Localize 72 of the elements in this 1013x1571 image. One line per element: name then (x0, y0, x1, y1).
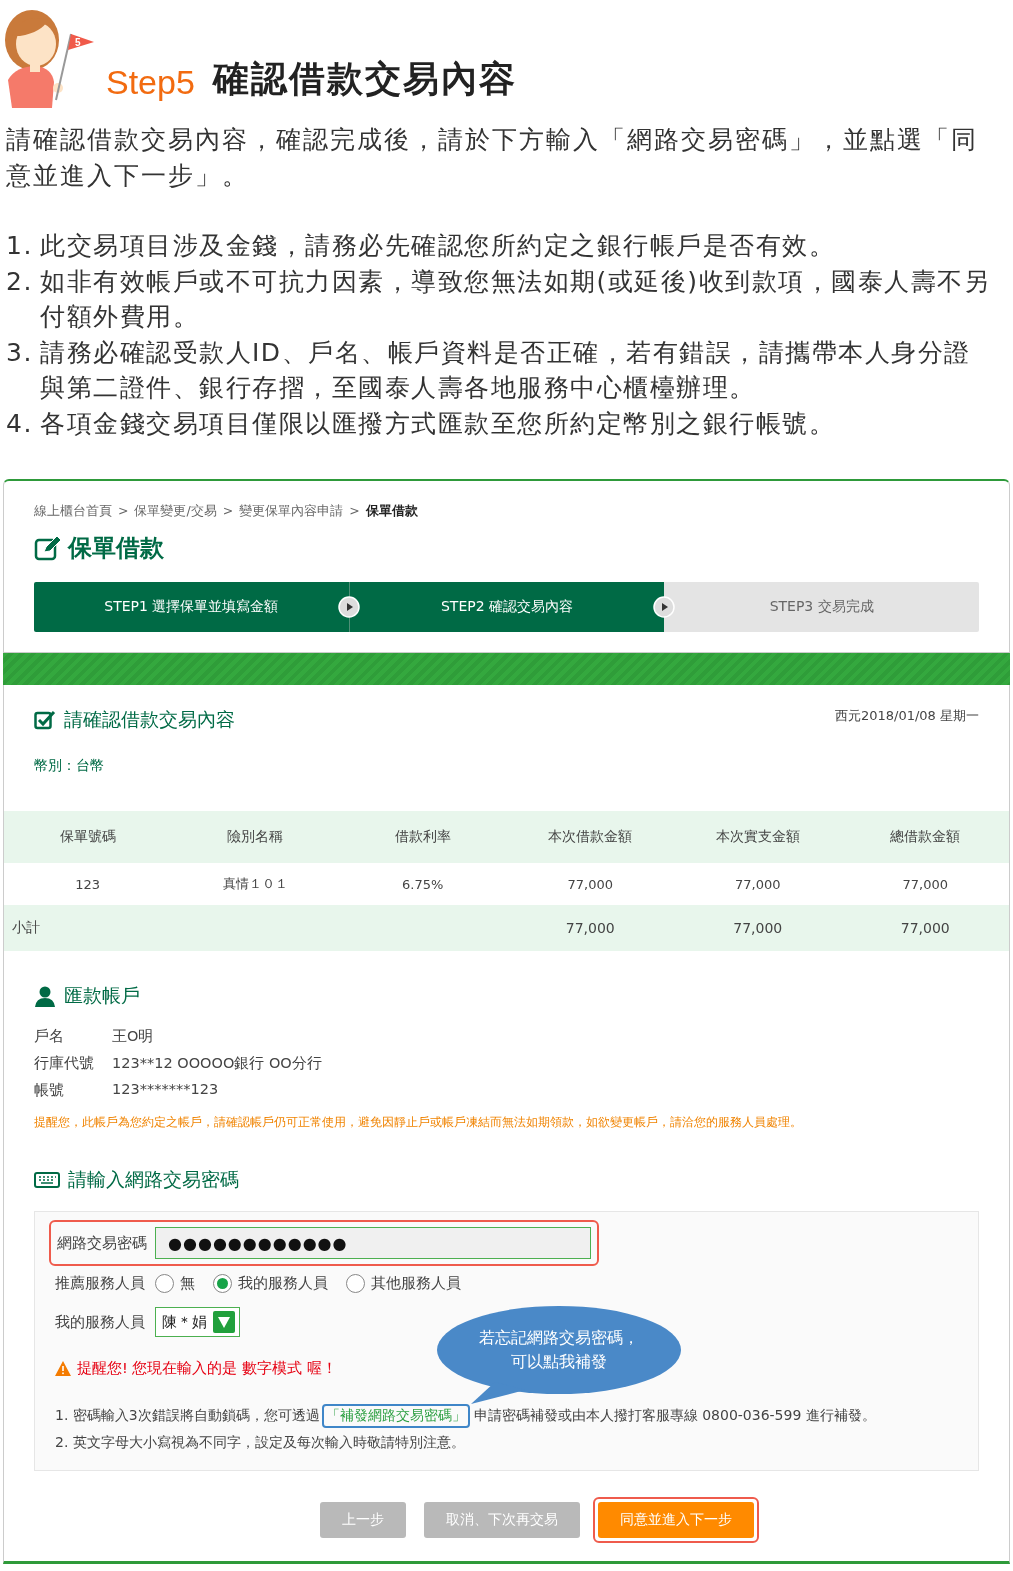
note-number: 3. (6, 336, 34, 369)
table-cell-text: 77,000 (566, 876, 614, 892)
note-text: 申請密碼補發或由本人撥打客服專線 0800-036-599 進行補發。 (473, 1407, 876, 1425)
reissue-link[interactable]: 「補發網路交易密碼」 (321, 1404, 470, 1428)
field-label: 網路交易密碼 (57, 1233, 147, 1253)
breadcrumb-separator: > (118, 503, 129, 520)
column-header: 借款利率 (393, 828, 452, 846)
step-label: Step5 (106, 63, 195, 102)
checkbox-icon (34, 710, 56, 730)
keyboard-icon (34, 1172, 60, 1188)
section-title: 請確認借款交易內容 (64, 707, 235, 732)
breadcrumb-link[interactable]: 變更保單內容申請 (239, 503, 344, 520)
radio-label: 無 (180, 1274, 195, 1293)
breadcrumb-separator: > (222, 503, 234, 520)
radio-button[interactable] (155, 1274, 174, 1293)
field-value: 123**12 OOOOO銀行 OO分行 (112, 1054, 323, 1073)
callout-text: 若忘記網路交易密碼， 可以點我補發 (478, 1327, 640, 1373)
field-value: 王O明 (112, 1027, 155, 1046)
note-number: 1. (6, 230, 34, 262)
note-text: 各項金錢交易項目僅限以匯撥方式匯款至您所約定幣別之銀行帳號。 (40, 407, 835, 440)
guide-title: 確認借款交易內容 (212, 57, 517, 101)
agent-select[interactable]: 陳＊娟 (155, 1307, 240, 1337)
warning-icon (55, 1361, 71, 1376)
person-icon (34, 985, 56, 1007)
field-label: 行庫代號 (34, 1054, 95, 1073)
table-cell-text: 真情１０１ (221, 875, 289, 893)
field-value: 123*******123 (112, 1081, 220, 1099)
subtotal-cell-text: 77,000 (564, 920, 616, 936)
field-label: 推薦服務人員 (55, 1274, 145, 1293)
subtotal-label: 小計 (11, 919, 41, 937)
breadcrumb-separator: > (349, 503, 360, 520)
edit-icon (34, 535, 62, 561)
table-cell-text: 77,000 (901, 876, 949, 892)
date-text: 西元2018/01/08 星期一 (834, 707, 979, 725)
section-title: 請輸入網路交易密碼 (68, 1167, 239, 1192)
radio-button[interactable] (213, 1274, 232, 1293)
field-label: 戶名 (34, 1027, 65, 1046)
play-icon (337, 596, 360, 618)
table-cell-text: 6.75% (401, 876, 445, 892)
password-field[interactable]: ●●●●●●●●●●●● (155, 1227, 591, 1259)
note-number: 2. (6, 265, 34, 298)
section-title: 匯款帳戶 (64, 983, 140, 1008)
note-text: 2. 英文字母大小寫視為不同字，設定及每次輸入時敬請特別注意。 (55, 1434, 465, 1452)
notice-text: 提醒您，此帳戶為您約定之帳戶，請確認帳戶仍可正常使用，避免因靜止戶或帳戶凍結而無法如期領款，如欲變更帳戶，請洽您的服務人員處理。 (34, 1114, 803, 1131)
figure-drawing: 5 (2, 6, 98, 108)
radio-label: 其他服務人員 (371, 1274, 461, 1293)
play-icon (653, 596, 676, 618)
dropdown-icon (213, 1311, 235, 1333)
note-text: 請務必確認受款人ID、戶名、帳戶資料是否正確，若有錯誤，請攜帶本人身分證與第二證件、銀行存摺，至國泰人壽各地服務中心櫃檯辦理。 (40, 336, 972, 404)
breadcrumb-link[interactable]: 保單變更/交易 (134, 503, 217, 520)
note-number: 4. (6, 407, 34, 440)
column-header: 本次借款金額 (547, 828, 634, 846)
column-header: 險別名稱 (226, 828, 285, 846)
intro-text: 請確認借款交易內容，確認完成後，請於下方輸入「網路交易密碼」，並點選「同意並進入下一步」。 (5, 124, 979, 192)
column-header: 總借款金額 (889, 828, 962, 846)
column-header: 保單號碼 (58, 828, 117, 846)
currency-text: 幣別：台幣 (34, 757, 105, 775)
radio-button[interactable] (346, 1274, 365, 1293)
warning-text: 提醒您! 您現在輸入的是 數字模式 喔！ (77, 1359, 337, 1378)
page-title: 保單借款 (68, 533, 164, 564)
subtotal-cell-text: 77,000 (899, 920, 951, 936)
note-text: 如非有效帳戶或不可抗力因素，導致您無法如期(或延後)收到款項，國泰人壽不另付額外費用。 (40, 265, 991, 333)
table-cell-text: 77,000 (734, 876, 782, 892)
note-text: 1. 密碼輸入3次錯誤將自動鎖碼，您可透過 (55, 1407, 320, 1425)
radio-label: 我的服務人員 (238, 1274, 328, 1293)
table-cell-text: 123 (74, 876, 102, 892)
field-label: 我的服務人員 (55, 1312, 145, 1332)
breadcrumb-link[interactable]: 線上櫃台首頁 (34, 503, 112, 520)
note-text: 此交易項目涉及金錢，請務必先確認您所約定之銀行帳戶是否有效。 (40, 230, 835, 262)
subtotal-cell-text: 77,000 (732, 920, 784, 936)
field-label: 帳號 (34, 1081, 65, 1100)
column-header: 本次實支金額 (714, 828, 801, 846)
